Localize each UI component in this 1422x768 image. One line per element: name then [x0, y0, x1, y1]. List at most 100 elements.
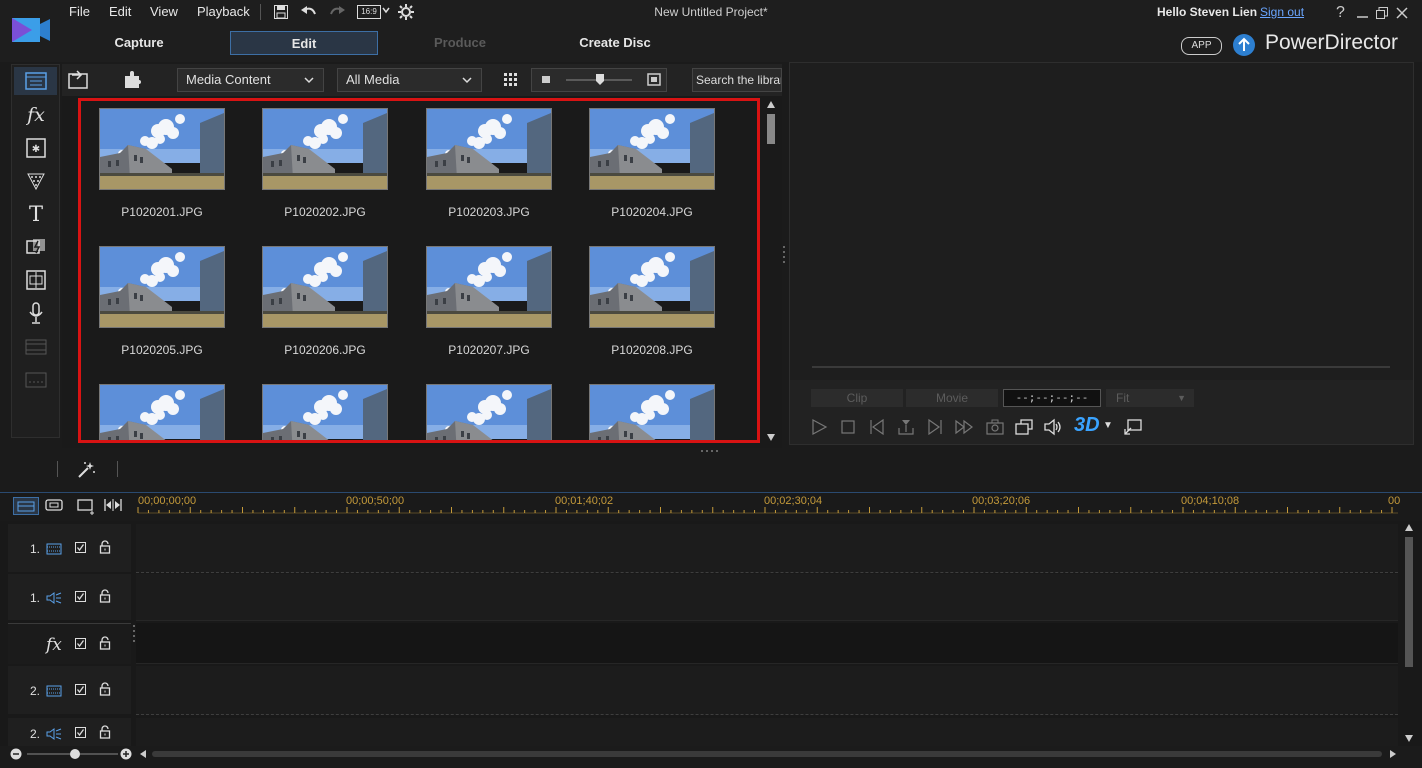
external-display-icon[interactable]: [1122, 416, 1144, 438]
subtitle-room-icon[interactable]: [22, 266, 50, 294]
thumbnail-size-slider[interactable]: [531, 68, 667, 92]
tab-create-disc[interactable]: Create Disc: [550, 31, 680, 55]
tab-edit[interactable]: Edit: [230, 31, 378, 55]
help-icon[interactable]: ?: [1336, 4, 1345, 22]
track-enable-checkbox[interactable]: [75, 684, 86, 695]
timeline-toolbar: [0, 452, 1422, 492]
brand-name: PowerDirector: [1265, 31, 1399, 54]
previous-frame-icon[interactable]: [866, 416, 888, 438]
track-lane-video[interactable]: [136, 524, 1398, 573]
track-lock-icon[interactable]: [99, 636, 111, 650]
import-media-icon[interactable]: [68, 70, 90, 90]
app-badge[interactable]: APP: [1181, 37, 1222, 55]
track-header-video: 1.: [8, 524, 131, 572]
timeline-vertical-scrollbar[interactable]: [1403, 521, 1415, 747]
track-lock-icon[interactable]: [99, 540, 111, 554]
restore-icon[interactable]: [1375, 6, 1389, 20]
clip-mode-button: Clip: [811, 389, 903, 407]
timeline-view-button[interactable]: [13, 497, 39, 515]
track-header-audio: 1.: [8, 574, 131, 620]
panel-splitter-handle[interactable]: [782, 245, 786, 267]
user-greeting: Hello Steven Lien: [1157, 5, 1258, 19]
track-enable-checkbox[interactable]: [75, 727, 86, 738]
toolbar-divider: [57, 461, 58, 477]
media-thumbnail[interactable]: [589, 384, 715, 440]
timecode-display[interactable]: --;--;--;--: [1003, 389, 1101, 407]
track-header-fx: fx: [8, 623, 131, 664]
play-icon[interactable]: [808, 416, 830, 438]
preview-scrubber-bar[interactable]: [812, 366, 1390, 368]
zoom-fit-value: Fit: [1116, 391, 1130, 405]
voiceover-microphone-icon[interactable]: [22, 299, 50, 327]
track-lock-icon[interactable]: [99, 589, 111, 603]
stereo-3d-button[interactable]: 3D: [1074, 414, 1100, 437]
title-room-icon[interactable]: T: [22, 200, 50, 228]
media-thumbnail[interactable]: [262, 246, 388, 328]
track-lane-video[interactable]: [136, 666, 1398, 715]
transition-room-icon[interactable]: [22, 233, 50, 261]
media-thumbnail[interactable]: [426, 384, 552, 440]
ruler-tick-label: 00;02;30;04: [764, 495, 823, 507]
close-icon[interactable]: [1395, 6, 1409, 20]
media-room-icon[interactable]: [22, 67, 50, 95]
volume-icon[interactable]: [1042, 416, 1064, 438]
media-thumbnail[interactable]: [99, 246, 225, 328]
media-filter-dropdown[interactable]: All Media: [337, 68, 482, 92]
media-thumbnail[interactable]: [99, 384, 225, 440]
track-header-video: 2.: [8, 666, 131, 714]
svg-text:✱: ✱: [32, 144, 40, 155]
storyboard-view-icon[interactable]: [44, 497, 64, 513]
library-search-input[interactable]: Search the library: [692, 68, 782, 92]
zoom-out-icon[interactable]: [10, 748, 22, 760]
zoom-in-icon[interactable]: [120, 748, 132, 760]
media-thumbnail[interactable]: [262, 384, 388, 440]
media-thumbnail[interactable]: [426, 246, 552, 328]
undock-preview-icon[interactable]: [1013, 416, 1035, 438]
timeline-zoom-slider[interactable]: [25, 748, 120, 760]
media-thumbnail[interactable]: [589, 246, 715, 328]
ruler-tick-label: 00;01;40;02: [555, 495, 614, 507]
track-lane-audio[interactable]: [136, 718, 1398, 749]
timeline-horizontal-scrollbar[interactable]: [138, 748, 1400, 760]
track-lock-icon[interactable]: [99, 682, 111, 696]
track-lane-fx[interactable]: [136, 623, 1398, 664]
upgrade-icon[interactable]: [1232, 33, 1256, 57]
sign-out-link[interactable]: Sign out: [1260, 5, 1304, 19]
magic-tools-wand-icon[interactable]: [76, 461, 96, 479]
track-enable-checkbox[interactable]: [75, 638, 86, 649]
ruler-tick-label: 00;03;20;06: [972, 495, 1031, 507]
fit-timeline-icon[interactable]: [103, 497, 123, 513]
track-manager-icon[interactable]: [76, 497, 96, 515]
pip-room-icon[interactable]: ✱: [22, 134, 50, 162]
track-lock-icon[interactable]: [99, 725, 111, 739]
media-filename-label: P1020203.JPG: [448, 205, 530, 219]
track-lane-audio[interactable]: [136, 574, 1398, 621]
subtitle-text-room-icon: [22, 366, 50, 394]
audio-track-icon: [46, 728, 62, 740]
chevron-down-icon[interactable]: ▼: [1103, 420, 1113, 431]
media-content-dropdown[interactable]: Media Content: [177, 68, 324, 92]
snapshot-camera-icon[interactable]: [984, 416, 1006, 438]
particle-room-icon[interactable]: [22, 167, 50, 195]
media-thumbnail[interactable]: [589, 108, 715, 190]
track-resize-handle[interactable]: [133, 623, 135, 645]
track-number: 2.: [30, 727, 41, 741]
library-scrollbar[interactable]: [765, 98, 777, 444]
media-thumbnail[interactable]: [262, 108, 388, 190]
track-enable-checkbox[interactable]: [75, 542, 86, 553]
media-filename-label: P1020206.JPG: [284, 343, 366, 357]
track-enable-checkbox[interactable]: [75, 591, 86, 602]
fx-room-icon[interactable]: fx: [22, 101, 50, 129]
grid-view-icon[interactable]: [503, 72, 519, 88]
stop-icon[interactable]: [837, 416, 859, 438]
minimize-icon[interactable]: [1356, 6, 1370, 20]
media-thumbnail[interactable]: [99, 108, 225, 190]
media-thumbnail[interactable]: [426, 108, 552, 190]
media-filename-label: P1020207.JPG: [448, 343, 530, 357]
plugins-puzzle-icon[interactable]: [122, 70, 144, 90]
tab-capture[interactable]: Capture: [64, 31, 214, 55]
split-icon[interactable]: [895, 416, 917, 438]
fast-forward-icon[interactable]: [953, 416, 975, 438]
next-frame-icon[interactable]: [924, 416, 946, 438]
chevron-down-icon: [303, 69, 315, 91]
